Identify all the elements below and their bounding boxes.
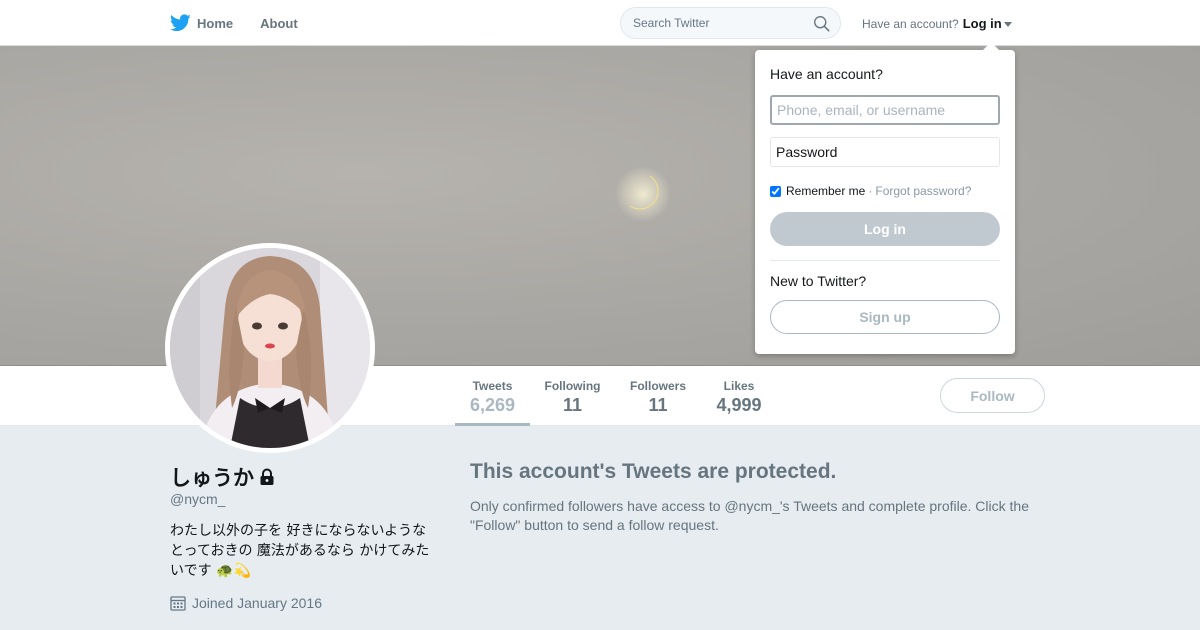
profile-bio: わたし以外の子を 好きにならないような とっておきの 魔法があるなら かけてみた… (170, 523, 430, 579)
profile-display-name: しゅうか (170, 462, 276, 492)
login-dropdown-toggle[interactable]: Log in (963, 16, 1012, 31)
forgot-password-link[interactable]: Forgot password? (875, 184, 971, 198)
stat-label: Tweets (472, 379, 513, 393)
search-icon[interactable] (813, 15, 830, 32)
username-field[interactable] (770, 95, 1000, 125)
avatar[interactable] (165, 243, 375, 453)
divider (770, 260, 1000, 261)
caret-down-icon (1003, 21, 1012, 27)
profile-joined: Joined January 2016 (170, 595, 322, 611)
nav-left: Home About (170, 0, 325, 46)
password-field[interactable] (770, 137, 1000, 167)
remember-me-checkbox[interactable] (770, 185, 781, 197)
stat-followers[interactable]: Followers 11 (625, 366, 691, 426)
login-dropdown: Have an account? Remember me · Forgot pa… (755, 42, 1015, 354)
follow-button[interactable]: Follow (940, 378, 1045, 413)
protected-text: Only confirmed followers have access to … (470, 498, 1029, 533)
stat-value: 4,999 (716, 395, 762, 415)
new-to-twitter-text: New to Twitter? (770, 273, 867, 289)
protected-title: This account's Tweets are protected. (470, 460, 837, 483)
nav-home-link[interactable]: Home (170, 14, 233, 32)
stat-following[interactable]: Following 11 (540, 366, 605, 426)
stat-value: 11 (562, 395, 583, 415)
separator-dot: · (868, 184, 873, 198)
calendar-icon (170, 596, 186, 611)
avatar-image (170, 248, 370, 448)
twitter-bird-icon (170, 14, 191, 32)
stat-value: 6,269 (469, 395, 516, 415)
stat-tweets[interactable]: Tweets 6,269 (455, 366, 530, 426)
lock-icon (260, 468, 274, 485)
search-input[interactable] (633, 16, 803, 30)
profile-handle[interactable]: @nycm_ (170, 491, 225, 507)
login-toggle-label: Log in (962, 16, 1002, 31)
dropdown-arrow (983, 42, 999, 50)
joined-text: Joined January 2016 (192, 595, 322, 611)
nav-about-label: About (260, 15, 298, 31)
stat-label: Followers (629, 379, 686, 393)
remember-me-label[interactable]: Remember me (786, 184, 865, 198)
remember-row: Remember me · Forgot password? (770, 184, 971, 198)
signup-button[interactable]: Sign up (770, 300, 1000, 334)
nav-about-link[interactable]: About (260, 16, 298, 31)
stat-value: 11 (648, 395, 668, 415)
login-button[interactable]: Log in (770, 212, 1000, 246)
stat-label: Likes (723, 379, 755, 393)
account-area: Have an account? Log in (862, 16, 1012, 31)
dropdown-heading: Have an account? (770, 66, 883, 82)
top-navigation-bar: Home About Have an account? Log in (0, 0, 1200, 46)
nav-home-label: Home (197, 15, 234, 31)
stat-likes[interactable]: Likes 4,999 (710, 366, 768, 426)
search-box[interactable] (620, 7, 841, 39)
stat-label: Following (544, 379, 601, 393)
display-name-text: しゅうか (170, 467, 254, 490)
have-account-text: Have an account? (862, 17, 959, 31)
